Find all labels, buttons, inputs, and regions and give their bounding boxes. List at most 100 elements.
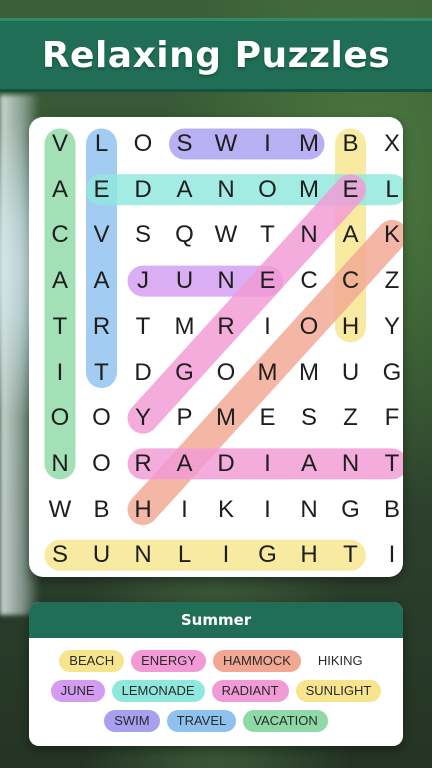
- banner-title: Relaxing Puzzles: [41, 34, 391, 76]
- grid-cell[interactable]: B: [371, 487, 413, 533]
- word-list-row: JUNE LEMONADE RADIANT SUNLIGHT: [29, 680, 403, 702]
- grid-cell[interactable]: V: [39, 121, 81, 167]
- grid-cell[interactable]: I: [371, 532, 413, 578]
- grid-cell[interactable]: D: [122, 167, 164, 213]
- grid-cell[interactable]: I: [205, 532, 247, 578]
- grid-cell[interactable]: A: [164, 167, 206, 213]
- grid-cell[interactable]: N: [205, 167, 247, 213]
- word-list: BEACH ENERGY HAMMOCK HIKING JUNE LEMONADE RADI…: [29, 650, 403, 732]
- word-chip-energy: ENERGY: [131, 650, 206, 672]
- grid-cell[interactable]: I: [247, 441, 289, 487]
- grid-cell[interactable]: U: [164, 258, 206, 304]
- grid-cell[interactable]: G: [330, 487, 372, 533]
- grid-cell[interactable]: L: [164, 532, 206, 578]
- grid-cell[interactable]: C: [330, 258, 372, 304]
- grid-cell[interactable]: A: [81, 258, 123, 304]
- grid-cell[interactable]: W: [205, 212, 247, 258]
- grid-cell[interactable]: N: [122, 532, 164, 578]
- grid-cell[interactable]: Y: [371, 304, 413, 350]
- grid-cell[interactable]: U: [330, 350, 372, 396]
- grid-cell[interactable]: B: [330, 121, 372, 167]
- grid-cell[interactable]: I: [247, 487, 289, 533]
- grid-cell[interactable]: O: [205, 350, 247, 396]
- grid-cell[interactable]: I: [247, 304, 289, 350]
- grid-cell[interactable]: O: [81, 395, 123, 441]
- grid-cell[interactable]: N: [288, 212, 330, 258]
- grid-cell[interactable]: X: [371, 121, 413, 167]
- grid-cell[interactable]: S: [122, 212, 164, 258]
- grid-cell[interactable]: R: [205, 304, 247, 350]
- grid-cell[interactable]: I: [39, 350, 81, 396]
- grid-cell[interactable]: W: [39, 487, 81, 533]
- grid-cell[interactable]: E: [330, 167, 372, 213]
- grid-cell[interactable]: Z: [330, 395, 372, 441]
- grid-cell[interactable]: W: [205, 121, 247, 167]
- word-chip-june: JUNE: [50, 680, 105, 702]
- grid-cell[interactable]: T: [330, 532, 372, 578]
- grid-cell[interactable]: H: [122, 487, 164, 533]
- grid-cell[interactable]: S: [164, 121, 206, 167]
- grid-cell[interactable]: I: [247, 121, 289, 167]
- grid-cell[interactable]: N: [330, 441, 372, 487]
- grid-cell[interactable]: B: [81, 487, 123, 533]
- grid-cell[interactable]: M: [247, 350, 289, 396]
- grid-cell[interactable]: R: [81, 304, 123, 350]
- grid-cell[interactable]: M: [288, 121, 330, 167]
- grid-cell[interactable]: G: [247, 532, 289, 578]
- grid-cell[interactable]: S: [288, 395, 330, 441]
- grid-cell[interactable]: E: [247, 258, 289, 304]
- grid-cell[interactable]: E: [247, 395, 289, 441]
- grid-cell[interactable]: Q: [164, 212, 206, 258]
- grid-cell[interactable]: L: [371, 167, 413, 213]
- grid-cell[interactable]: S: [39, 532, 81, 578]
- grid-cell[interactable]: P: [164, 395, 206, 441]
- grid-cell[interactable]: K: [205, 487, 247, 533]
- word-chip-travel: TRAVEL: [166, 710, 237, 732]
- grid-cell[interactable]: V: [81, 212, 123, 258]
- grid-cell[interactable]: J: [122, 258, 164, 304]
- grid-cell[interactable]: R: [122, 441, 164, 487]
- grid-cell[interactable]: O: [288, 304, 330, 350]
- grid-cell[interactable]: M: [205, 395, 247, 441]
- grid-cell[interactable]: T: [371, 441, 413, 487]
- word-chip-swim: SWIM: [104, 710, 160, 732]
- grid-cell[interactable]: O: [122, 121, 164, 167]
- grid-cell[interactable]: T: [81, 350, 123, 396]
- grid-cell[interactable]: A: [39, 167, 81, 213]
- word-chip-hiking: HIKING: [317, 653, 363, 668]
- grid-cell[interactable]: M: [288, 167, 330, 213]
- grid-cell[interactable]: C: [39, 212, 81, 258]
- grid-cell[interactable]: M: [164, 304, 206, 350]
- grid-cell[interactable]: G: [371, 350, 413, 396]
- grid-cell[interactable]: O: [247, 167, 289, 213]
- grid-cell[interactable]: I: [164, 487, 206, 533]
- grid-cell[interactable]: L: [81, 121, 123, 167]
- grid-cell[interactable]: K: [371, 212, 413, 258]
- grid-cell[interactable]: F: [371, 395, 413, 441]
- grid-cell[interactable]: A: [39, 258, 81, 304]
- grid-cell[interactable]: G: [164, 350, 206, 396]
- grid-cell[interactable]: T: [247, 212, 289, 258]
- grid-cell[interactable]: D: [205, 441, 247, 487]
- grid-cell[interactable]: O: [39, 395, 81, 441]
- grid-cell[interactable]: N: [205, 258, 247, 304]
- grid-cell[interactable]: A: [288, 441, 330, 487]
- grid-cell[interactable]: N: [39, 441, 81, 487]
- grid-cell[interactable]: M: [288, 350, 330, 396]
- word-search-grid[interactable]: VLOSWIMBXAEDANOMELCVSQWTNAKAAJUNECCZTRTM…: [29, 117, 403, 577]
- grid-cell[interactable]: U: [81, 532, 123, 578]
- grid-cell[interactable]: N: [288, 487, 330, 533]
- grid-cell[interactable]: D: [122, 350, 164, 396]
- word-chip-beach: BEACH: [59, 650, 125, 672]
- grid-cell[interactable]: T: [122, 304, 164, 350]
- grid-cell[interactable]: Z: [371, 258, 413, 304]
- grid-cell[interactable]: C: [288, 258, 330, 304]
- grid-cell[interactable]: A: [330, 212, 372, 258]
- grid-cell[interactable]: H: [330, 304, 372, 350]
- grid-cell[interactable]: H: [288, 532, 330, 578]
- grid-cell[interactable]: Y: [122, 395, 164, 441]
- grid-cell[interactable]: E: [81, 167, 123, 213]
- grid-cell[interactable]: T: [39, 304, 81, 350]
- grid-cell[interactable]: O: [81, 441, 123, 487]
- grid-cell[interactable]: A: [164, 441, 206, 487]
